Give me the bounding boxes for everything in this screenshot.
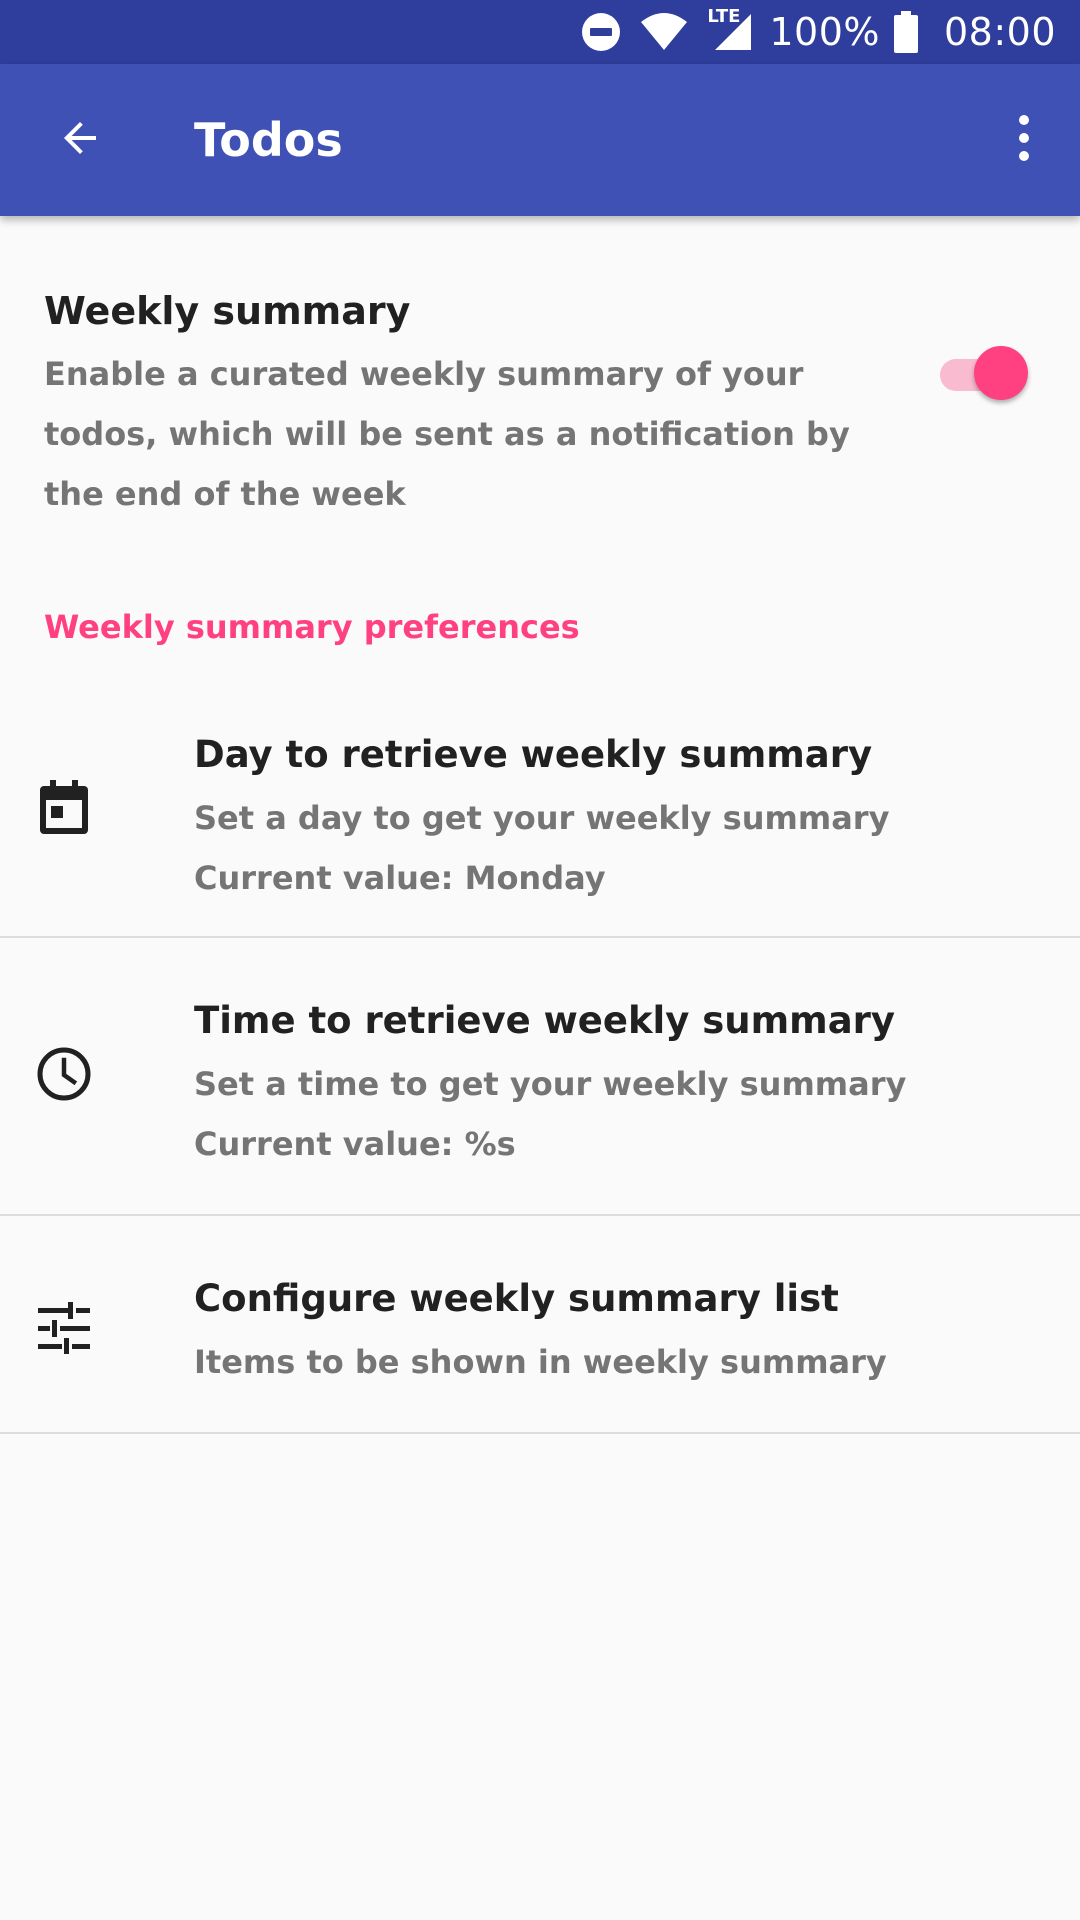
network-type-label: LTE [707, 6, 741, 27]
settings-list: Weekly summary Enable a curated weekly s… [0, 216, 1080, 1920]
day-preference-value: Current value: Monday [194, 859, 606, 897]
toggle-thumb [974, 346, 1028, 400]
day-preference[interactable]: Day to retrieve weekly summary Set a day… [0, 674, 1080, 938]
configure-list-title: Configure weekly summary list [194, 1277, 839, 1320]
app-bar: Todos [0, 64, 1080, 216]
do-not-disturb-icon [581, 12, 621, 52]
battery-percent: 100% [769, 10, 880, 54]
overflow-menu-button[interactable] [984, 100, 1064, 180]
battery-icon [893, 11, 918, 53]
more-vert-icon [1016, 114, 1032, 166]
clock-time: 08:00 [943, 10, 1056, 54]
configure-list-preference[interactable]: Configure weekly summary list Items to b… [0, 1218, 1080, 1434]
weekly-summary-toggle[interactable] [940, 344, 1032, 404]
back-button[interactable] [40, 100, 120, 180]
page-title: Todos [194, 113, 343, 167]
status-bar: LTE 100% 08:00 [0, 0, 1080, 64]
weekly-summary-title: Weekly summary [44, 289, 411, 333]
clock-icon [36, 1046, 92, 1102]
tune-icon [36, 1300, 92, 1356]
time-preference-value: Current value: %s [194, 1125, 516, 1163]
signal-icon: LTE [707, 6, 753, 52]
weekly-summary-setting[interactable]: Weekly summary Enable a curated weekly s… [0, 260, 1080, 513]
time-preference-title: Time to retrieve weekly summary [194, 999, 896, 1042]
arrow-back-icon [56, 114, 104, 166]
day-preference-title: Day to retrieve weekly summary [194, 733, 873, 776]
configure-list-summary: Items to be shown in weekly summary [194, 1343, 887, 1381]
weekly-summary-description: Enable a curated weekly summary of your … [44, 355, 850, 513]
time-preference-summary: Set a time to get your weekly summary [194, 1065, 907, 1103]
category-header: Weekly summary preferences [44, 608, 580, 646]
calendar-icon [36, 780, 92, 836]
wifi-icon [639, 12, 689, 52]
day-preference-summary: Set a day to get your weekly summary [194, 799, 890, 837]
time-preference[interactable]: Time to retrieve weekly summary Set a ti… [0, 940, 1080, 1216]
